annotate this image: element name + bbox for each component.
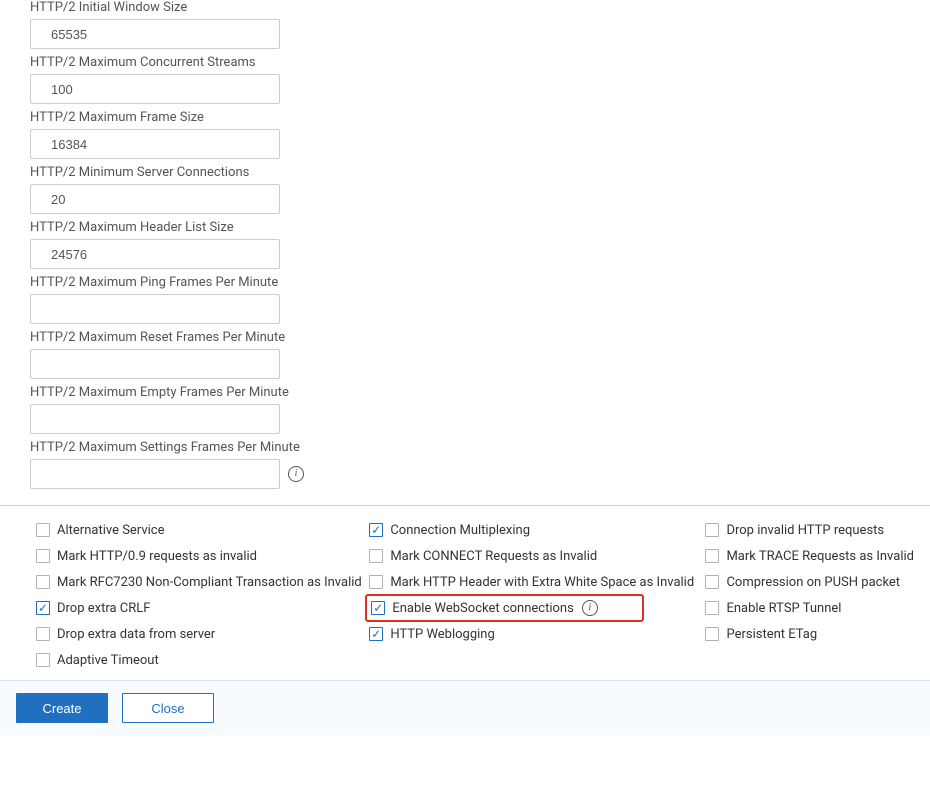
checkbox-http-weblogging[interactable]: ✓ HTTP Weblogging [369,624,705,644]
http2-max-concurrent-streams-input[interactable] [30,74,280,104]
checkbox-icon [705,627,719,641]
checkbox-enable-rtsp-tunnel[interactable]: Enable RTSP Tunnel [705,598,914,618]
options-column-2: ✓ Connection Multiplexing Mark CONNECT R… [369,520,705,644]
checkbox-enable-websocket[interactable]: ✓ Enable WebSocket connections i [369,598,705,618]
create-button[interactable]: Create [16,693,108,723]
field-http2-max-settings-frames: HTTP/2 Maximum Settings Frames Per Minut… [30,440,914,489]
field-http2-max-header-list-size: HTTP/2 Maximum Header List Size [30,220,914,269]
field-http2-min-server-connections: HTTP/2 Minimum Server Connections [30,165,914,214]
http2-min-server-connections-input[interactable] [30,184,280,214]
field-http2-max-concurrent-streams: HTTP/2 Maximum Concurrent Streams [30,55,914,104]
options-column-1: Alternative Service Mark HTTP/0.9 reques… [36,520,369,670]
field-label: HTTP/2 Maximum Frame Size [30,110,914,125]
checkbox-persistent-etag[interactable]: Persistent ETag [705,624,914,644]
checkbox-drop-invalid-http[interactable]: Drop invalid HTTP requests [705,520,914,540]
checkbox-icon [705,549,719,563]
checkbox-icon: ✓ [371,601,385,615]
close-button[interactable]: Close [122,693,214,723]
checkbox-icon [369,549,383,563]
http2-settings-form: HTTP/2 Initial Window Size HTTP/2 Maximu… [0,0,930,505]
checkbox-adaptive-timeout[interactable]: Adaptive Timeout [36,650,369,670]
field-label: HTTP/2 Maximum Header List Size [30,220,914,235]
http2-max-ping-frames-input[interactable] [30,294,280,324]
http2-max-reset-frames-input[interactable] [30,349,280,379]
checkbox-mark-trace-invalid[interactable]: Mark TRACE Requests as Invalid [705,546,914,566]
checkbox-compression-push[interactable]: Compression on PUSH packet [705,572,914,592]
http2-max-header-list-size-input[interactable] [30,239,280,269]
field-http2-initial-window-size: HTTP/2 Initial Window Size [30,0,914,49]
checkbox-mark-connect-invalid[interactable]: Mark CONNECT Requests as Invalid [369,546,705,566]
footer: Create Close [0,680,930,735]
field-label: HTTP/2 Minimum Server Connections [30,165,914,180]
http2-max-empty-frames-input[interactable] [30,404,280,434]
checkbox-drop-extra-crlf[interactable]: ✓ Drop extra CRLF [36,598,369,618]
checkbox-icon: ✓ [369,523,383,537]
field-http2-max-frame-size: HTTP/2 Maximum Frame Size [30,110,914,159]
field-label: HTTP/2 Maximum Empty Frames Per Minute [30,385,914,400]
checkbox-icon [369,575,383,589]
checkbox-drop-extra-data[interactable]: Drop extra data from server [36,624,369,644]
highlight-box: ✓ Enable WebSocket connections i [365,594,644,622]
checkbox-icon [705,523,719,537]
checkbox-icon [705,601,719,615]
checkbox-icon [36,575,50,589]
field-label: HTTP/2 Initial Window Size [30,0,914,15]
checkbox-mark-header-whitespace-invalid[interactable]: Mark HTTP Header with Extra White Space … [369,572,705,592]
checkbox-icon [36,627,50,641]
http2-max-frame-size-input[interactable] [30,129,280,159]
checkbox-connection-multiplexing[interactable]: ✓ Connection Multiplexing [369,520,705,540]
options-column-3: Drop invalid HTTP requests Mark TRACE Re… [705,520,914,644]
field-http2-max-ping-frames: HTTP/2 Maximum Ping Frames Per Minute [30,275,914,324]
checkbox-icon [705,575,719,589]
checkbox-icon [36,653,50,667]
field-label: HTTP/2 Maximum Settings Frames Per Minut… [30,440,914,455]
checkbox-icon: ✓ [36,601,50,615]
checkbox-mark-http09-invalid[interactable]: Mark HTTP/0.9 requests as invalid [36,546,369,566]
checkbox-mark-rfc7230-invalid[interactable]: Mark RFC7230 Non-Compliant Transaction a… [36,572,369,592]
options-checkbox-section: Alternative Service Mark HTTP/0.9 reques… [0,505,930,680]
field-label: HTTP/2 Maximum Reset Frames Per Minute [30,330,914,345]
field-label: HTTP/2 Maximum Ping Frames Per Minute [30,275,914,290]
checkbox-alternative-service[interactable]: Alternative Service [36,520,369,540]
field-http2-max-empty-frames: HTTP/2 Maximum Empty Frames Per Minute [30,385,914,434]
checkbox-icon: ✓ [369,627,383,641]
checkbox-icon [36,549,50,563]
info-icon[interactable]: i [288,466,304,482]
field-label: HTTP/2 Maximum Concurrent Streams [30,55,914,70]
checkbox-icon [36,523,50,537]
http2-max-settings-frames-input[interactable] [30,459,280,489]
info-icon[interactable]: i [582,600,598,616]
http2-initial-window-size-input[interactable] [30,19,280,49]
field-http2-max-reset-frames: HTTP/2 Maximum Reset Frames Per Minute [30,330,914,379]
